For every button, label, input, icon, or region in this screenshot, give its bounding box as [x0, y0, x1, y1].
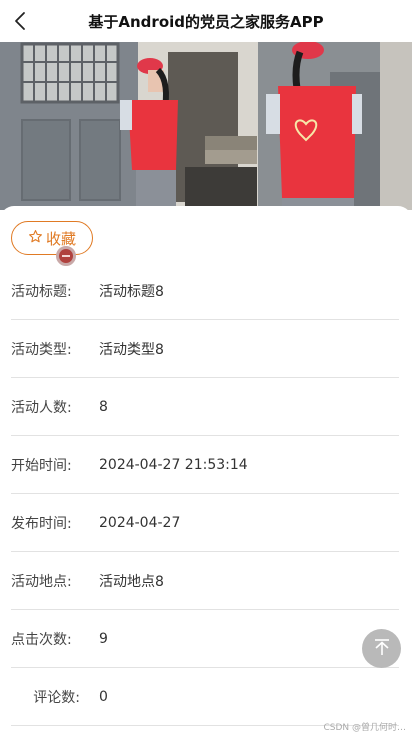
detail-value: 2024-04-27 21:53:14 — [99, 456, 248, 473]
watermark: CSDN @曾几何时… — [323, 723, 406, 733]
app-header: 基于Android的党员之家服务APP — [0, 0, 412, 42]
detail-value: 8 — [99, 398, 108, 415]
favorite-label: 收藏 — [45, 229, 76, 248]
chevron-left-icon[interactable] — [10, 10, 30, 32]
detail-row-title: 活动标题: 活动标题8 — [11, 262, 399, 320]
detail-value: 活动标题8 — [99, 283, 164, 300]
detail-row-type: 活动类型: 活动类型8 — [11, 320, 399, 378]
detail-label: 开始时间: — [11, 457, 72, 474]
detail-value: 2024-04-27 — [99, 514, 181, 531]
detail-row-publish-time: 发布时间: 2024-04-27 — [11, 494, 399, 552]
detail-value: 活动类型8 — [99, 341, 164, 358]
detail-label: 点击次数: — [11, 631, 72, 648]
detail-label: 活动人数: — [11, 399, 72, 416]
favorite-button[interactable]: 收藏 — [11, 221, 93, 255]
detail-value: 9 — [99, 630, 108, 647]
page-title: 基于Android的党员之家服务APP — [88, 12, 324, 31]
star-outline-icon — [28, 229, 43, 248]
detail-value: 活动地点8 — [99, 573, 164, 590]
detail-row-clicks: 点击次数: 9 — [11, 610, 399, 668]
activity-banner-image — [0, 42, 412, 210]
detail-row-location: 活动地点: 活动地点8 — [11, 552, 399, 610]
back-to-top-button[interactable] — [362, 629, 401, 668]
detail-label: 活动地点: — [11, 573, 72, 590]
arrow-up-to-top-icon — [373, 638, 391, 660]
detail-row-participants: 活动人数: 8 — [11, 378, 399, 436]
detail-label: 发布时间: — [11, 515, 72, 532]
detail-label: 活动类型: — [11, 341, 72, 358]
detail-row-comments: 评论数: 0 — [11, 668, 399, 726]
detail-label: 评论数: — [33, 689, 80, 706]
detail-row-start-time: 开始时间: 2024-04-27 21:53:14 — [11, 436, 399, 494]
detail-label: 活动标题: — [11, 283, 72, 300]
detail-value: 0 — [99, 688, 108, 705]
